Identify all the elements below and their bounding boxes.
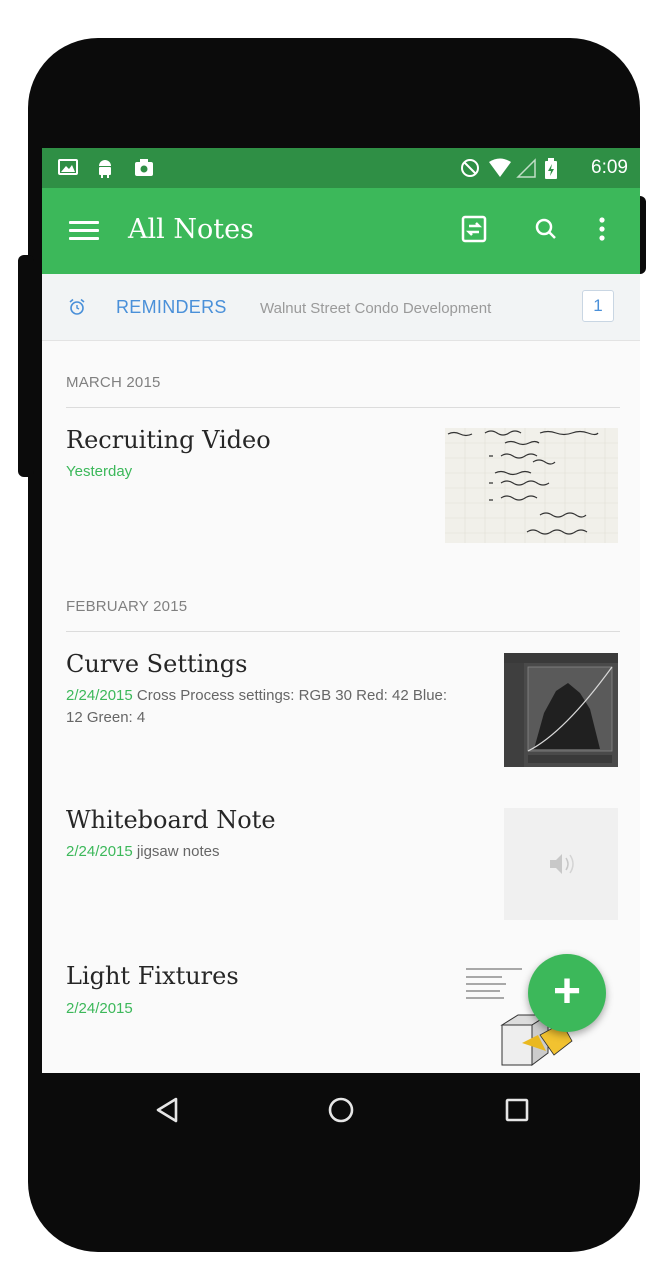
clock-time: 6:09: [591, 157, 628, 178]
note-snippet: jigsaw notes: [136, 843, 220, 860]
note-meta: Yesterday: [66, 461, 466, 483]
volume-button: [18, 255, 34, 477]
handwritten-notes-thumbnail: [445, 428, 618, 543]
recents-icon[interactable]: [504, 1095, 530, 1125]
alarm-clock-icon: [69, 298, 85, 315]
section-heading: FEBRUARY 2015: [66, 598, 188, 615]
note-title[interactable]: Whiteboard Note: [66, 806, 276, 834]
status-bar: 6:09: [42, 148, 640, 188]
navigation-bar: [42, 1073, 640, 1153]
reminder-note-title[interactable]: Walnut Street Condo Development: [260, 300, 491, 317]
note-date: 2/24/2015: [66, 843, 133, 860]
reminders-label[interactable]: REMINDERS: [116, 297, 227, 318]
divider: [66, 407, 620, 408]
signal-icon: [516, 158, 536, 178]
note-meta: 2/24/2015: [66, 998, 466, 1020]
android-icon: [99, 160, 111, 178]
section-heading: MARCH 2015: [66, 374, 161, 391]
reminder-count-badge[interactable]: 1: [582, 290, 614, 322]
search-icon[interactable]: [532, 214, 560, 244]
screen: 6:09 All Notes REMINDERS Walnut Street C…: [42, 148, 640, 1073]
gallery-icon: [58, 159, 78, 175]
hamburger-menu-icon[interactable]: [69, 221, 99, 241]
home-icon[interactable]: [326, 1095, 356, 1125]
wifi-icon: [489, 158, 511, 177]
do-not-disturb-icon: [461, 159, 479, 177]
note-title[interactable]: Recruiting Video: [66, 426, 271, 454]
sync-icon[interactable]: [460, 214, 488, 244]
audio-thumbnail: [504, 808, 618, 920]
app-bar: All Notes: [42, 188, 640, 274]
screenshot-icon: [135, 159, 153, 176]
note-date: Yesterday: [66, 463, 133, 480]
note-title[interactable]: Light Fixtures: [66, 962, 239, 990]
note-meta: 2/24/2015 jigsaw notes: [66, 841, 466, 863]
curves-screenshot-thumbnail: [504, 653, 618, 767]
note-title[interactable]: Curve Settings: [66, 650, 247, 678]
page-title: All Notes: [128, 214, 254, 245]
battery-icon: [545, 158, 557, 179]
note-meta: 2/24/2015 Cross Process settings: RGB 30…: [66, 685, 466, 729]
overflow-menu-icon[interactable]: [595, 214, 609, 244]
back-icon[interactable]: [154, 1095, 180, 1125]
add-note-button[interactable]: +: [528, 954, 606, 1032]
divider: [66, 631, 620, 632]
reminders-bar[interactable]: REMINDERS Walnut Street Condo Developmen…: [42, 274, 640, 341]
note-date: 2/24/2015: [66, 1000, 133, 1017]
note-date: 2/24/2015: [66, 687, 133, 704]
add-note-icon: +: [552, 965, 582, 1018]
